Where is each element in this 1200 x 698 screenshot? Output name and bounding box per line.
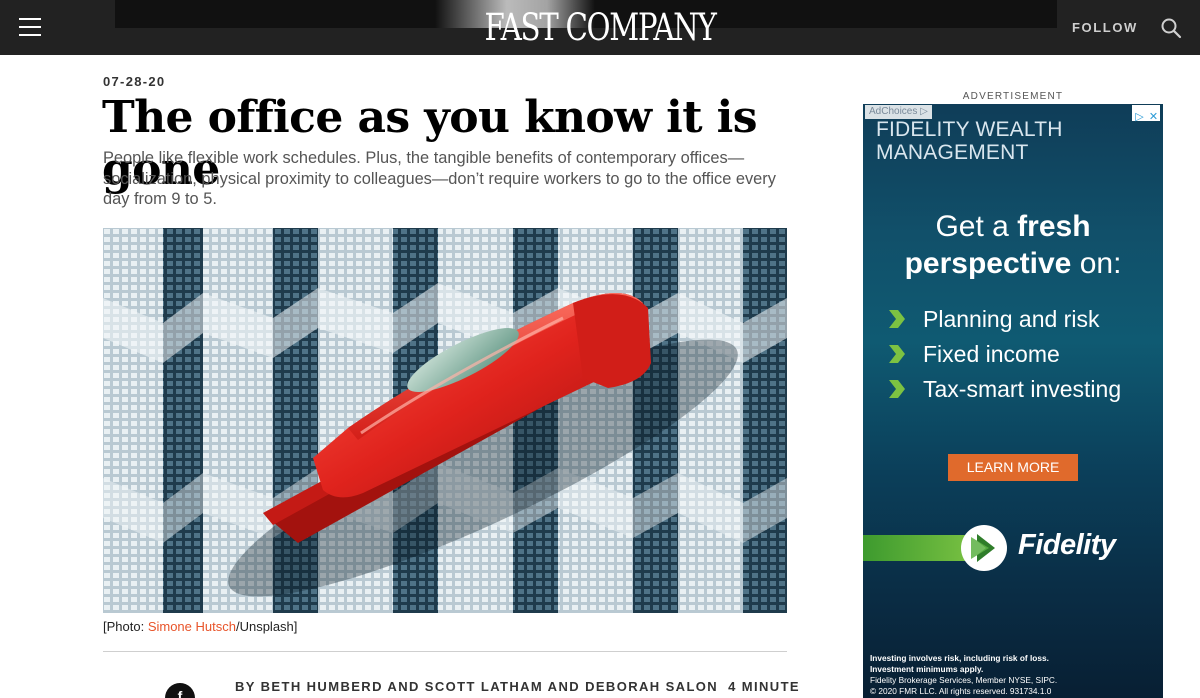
ad-info-icon[interactable]: ▷ xyxy=(1133,110,1146,124)
follow-button[interactable]: FOLLOW xyxy=(1072,20,1138,35)
tagline-pre: Get a xyxy=(935,210,1018,243)
disclaimer-line: © 2020 FMR LLC. All rights reserved. 931… xyxy=(870,686,1052,696)
article-dek: People like flexible work schedules. Plu… xyxy=(103,149,776,208)
ad-brand-line2: MANAGEMENT xyxy=(876,141,1029,164)
ad-close-icon[interactable]: ✕ xyxy=(1147,110,1160,124)
ad-tagline: Get a fresh perspective on: xyxy=(863,208,1163,282)
ad-close-controls[interactable]: ▷ ✕ xyxy=(1132,105,1160,124)
hero-image xyxy=(103,228,787,613)
divider xyxy=(103,651,787,652)
hamburger-menu-icon[interactable] xyxy=(19,18,41,36)
caption-suffix: /Unsplash] xyxy=(235,619,298,634)
fidelity-wordmark: Fidelity xyxy=(1018,529,1116,561)
top-nav: FAST COMPANY FOLLOW xyxy=(0,0,1200,55)
adchoices-label: AdChoices xyxy=(869,106,918,117)
ad-bullet: Planning and risk xyxy=(889,304,1121,339)
ad-bullet-list: Planning and risk Fixed income Tax-smart… xyxy=(889,304,1121,409)
article-byline: BY BETH HUMBERD AND SCOTT LATHAM AND DEB… xyxy=(235,679,800,694)
ad-brand-heading: FIDELITY WEALTH MANAGEMENT xyxy=(876,118,1116,164)
photo-credit-link[interactable]: Simone Hutsch xyxy=(148,619,236,634)
disclaimer-line: Investing involves risk, including risk … xyxy=(870,653,1049,663)
search-icon[interactable] xyxy=(1160,17,1182,39)
disclaimer-line: Investment minimums apply. xyxy=(870,664,984,674)
article-date: 07-28-20 xyxy=(103,74,166,89)
ad-bullet-text: Planning and risk xyxy=(923,306,1100,332)
learn-more-button[interactable]: LEARN MORE xyxy=(948,454,1078,481)
fidelity-arrow-icon xyxy=(971,534,995,562)
advertisement-label: ADVERTISEMENT xyxy=(962,91,1064,102)
chevron-right-icon xyxy=(889,380,905,398)
facebook-icon[interactable]: f xyxy=(165,683,195,698)
ad-bullet-text: Fixed income xyxy=(923,341,1060,367)
chevron-right-icon xyxy=(889,345,905,363)
ad-disclaimer: Investing involves risk, including risk … xyxy=(870,653,1160,697)
read-time: 4 MINUTE xyxy=(728,679,800,694)
fidelity-ad[interactable]: AdChoices ▷ ▷ ✕ FIDELITY WEALTH MANAGEMEN… xyxy=(863,104,1163,698)
caption-prefix: [Photo: xyxy=(103,619,148,634)
fidelity-logo-circle xyxy=(961,525,1007,571)
ad-bullet-text: Tax-smart investing xyxy=(923,376,1122,402)
ad-bullet: Tax-smart investing xyxy=(889,374,1121,409)
chevron-right-icon xyxy=(889,310,905,328)
fidelity-green-bar xyxy=(863,535,973,561)
adchoices-icon: ▷ xyxy=(917,106,928,117)
disclaimer-line: Fidelity Brokerage Services, Member NYSE… xyxy=(870,675,1058,685)
tagline-post: on: xyxy=(1071,247,1122,280)
adchoices-badge[interactable]: AdChoices ▷ xyxy=(865,105,932,119)
ad-bullet: Fixed income xyxy=(889,339,1121,374)
stapler-photo xyxy=(103,228,787,613)
tagline-bold-2: perspective xyxy=(904,247,1072,280)
tagline-bold-1: fresh xyxy=(1017,210,1091,243)
byline-authors: BY BETH HUMBERD AND SCOTT LATHAM AND DEB… xyxy=(235,679,719,694)
photo-caption: [Photo: Simone Hutsch/Unsplash] xyxy=(103,619,297,634)
site-logo[interactable]: FAST COMPANY xyxy=(442,6,759,50)
ad-brand-line1: FIDELITY WEALTH xyxy=(876,118,1063,141)
